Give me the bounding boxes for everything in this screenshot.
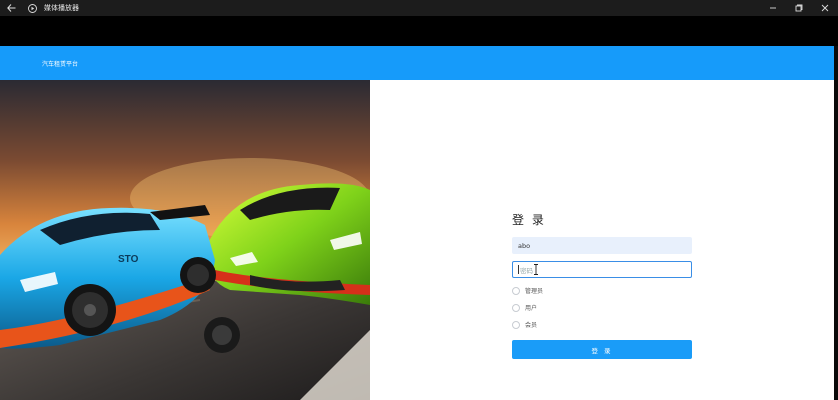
ibeam-cursor-icon [534,264,538,275]
text-caret [518,265,519,274]
app-header: 汽车租赁平台 [0,46,834,80]
role-label-admin: 管理员 [525,288,544,295]
radio-icon[interactable] [512,320,520,329]
role-option-member[interactable]: 会员 [512,320,537,329]
window-right-edge [834,46,838,400]
username-input[interactable]: abo [512,237,692,254]
window-titlebar: 媒体播放器 [0,0,838,16]
radio-icon[interactable] [512,303,520,312]
close-icon[interactable] [812,0,838,16]
password-placeholder: 密码 [520,266,533,275]
hero-car-image: STO [0,80,370,400]
restore-icon[interactable] [786,0,812,16]
role-option-admin[interactable]: 管理员 [512,286,543,295]
role-label-member: 会员 [525,322,538,329]
window-title: 媒体播放器 [44,4,79,12]
role-label-user: 用户 [525,305,538,312]
brand-title: 汽车租赁平台 [42,60,79,68]
radio-icon[interactable] [512,286,520,295]
media-player-icon [26,0,38,16]
player-top-strip [0,16,838,46]
login-title: 登 录 [512,213,546,227]
password-input[interactable]: 密码 [512,261,692,278]
role-option-user[interactable]: 用户 [512,303,537,312]
minimize-icon[interactable] [760,0,786,16]
username-value: abo [518,241,531,250]
login-panel: 登 录 abo 密码 管理员 用户 会员 登 录 [370,80,834,400]
login-button[interactable]: 登 录 [512,340,692,359]
svg-text:STO: STO [118,254,139,265]
back-arrow-icon[interactable] [0,0,22,16]
